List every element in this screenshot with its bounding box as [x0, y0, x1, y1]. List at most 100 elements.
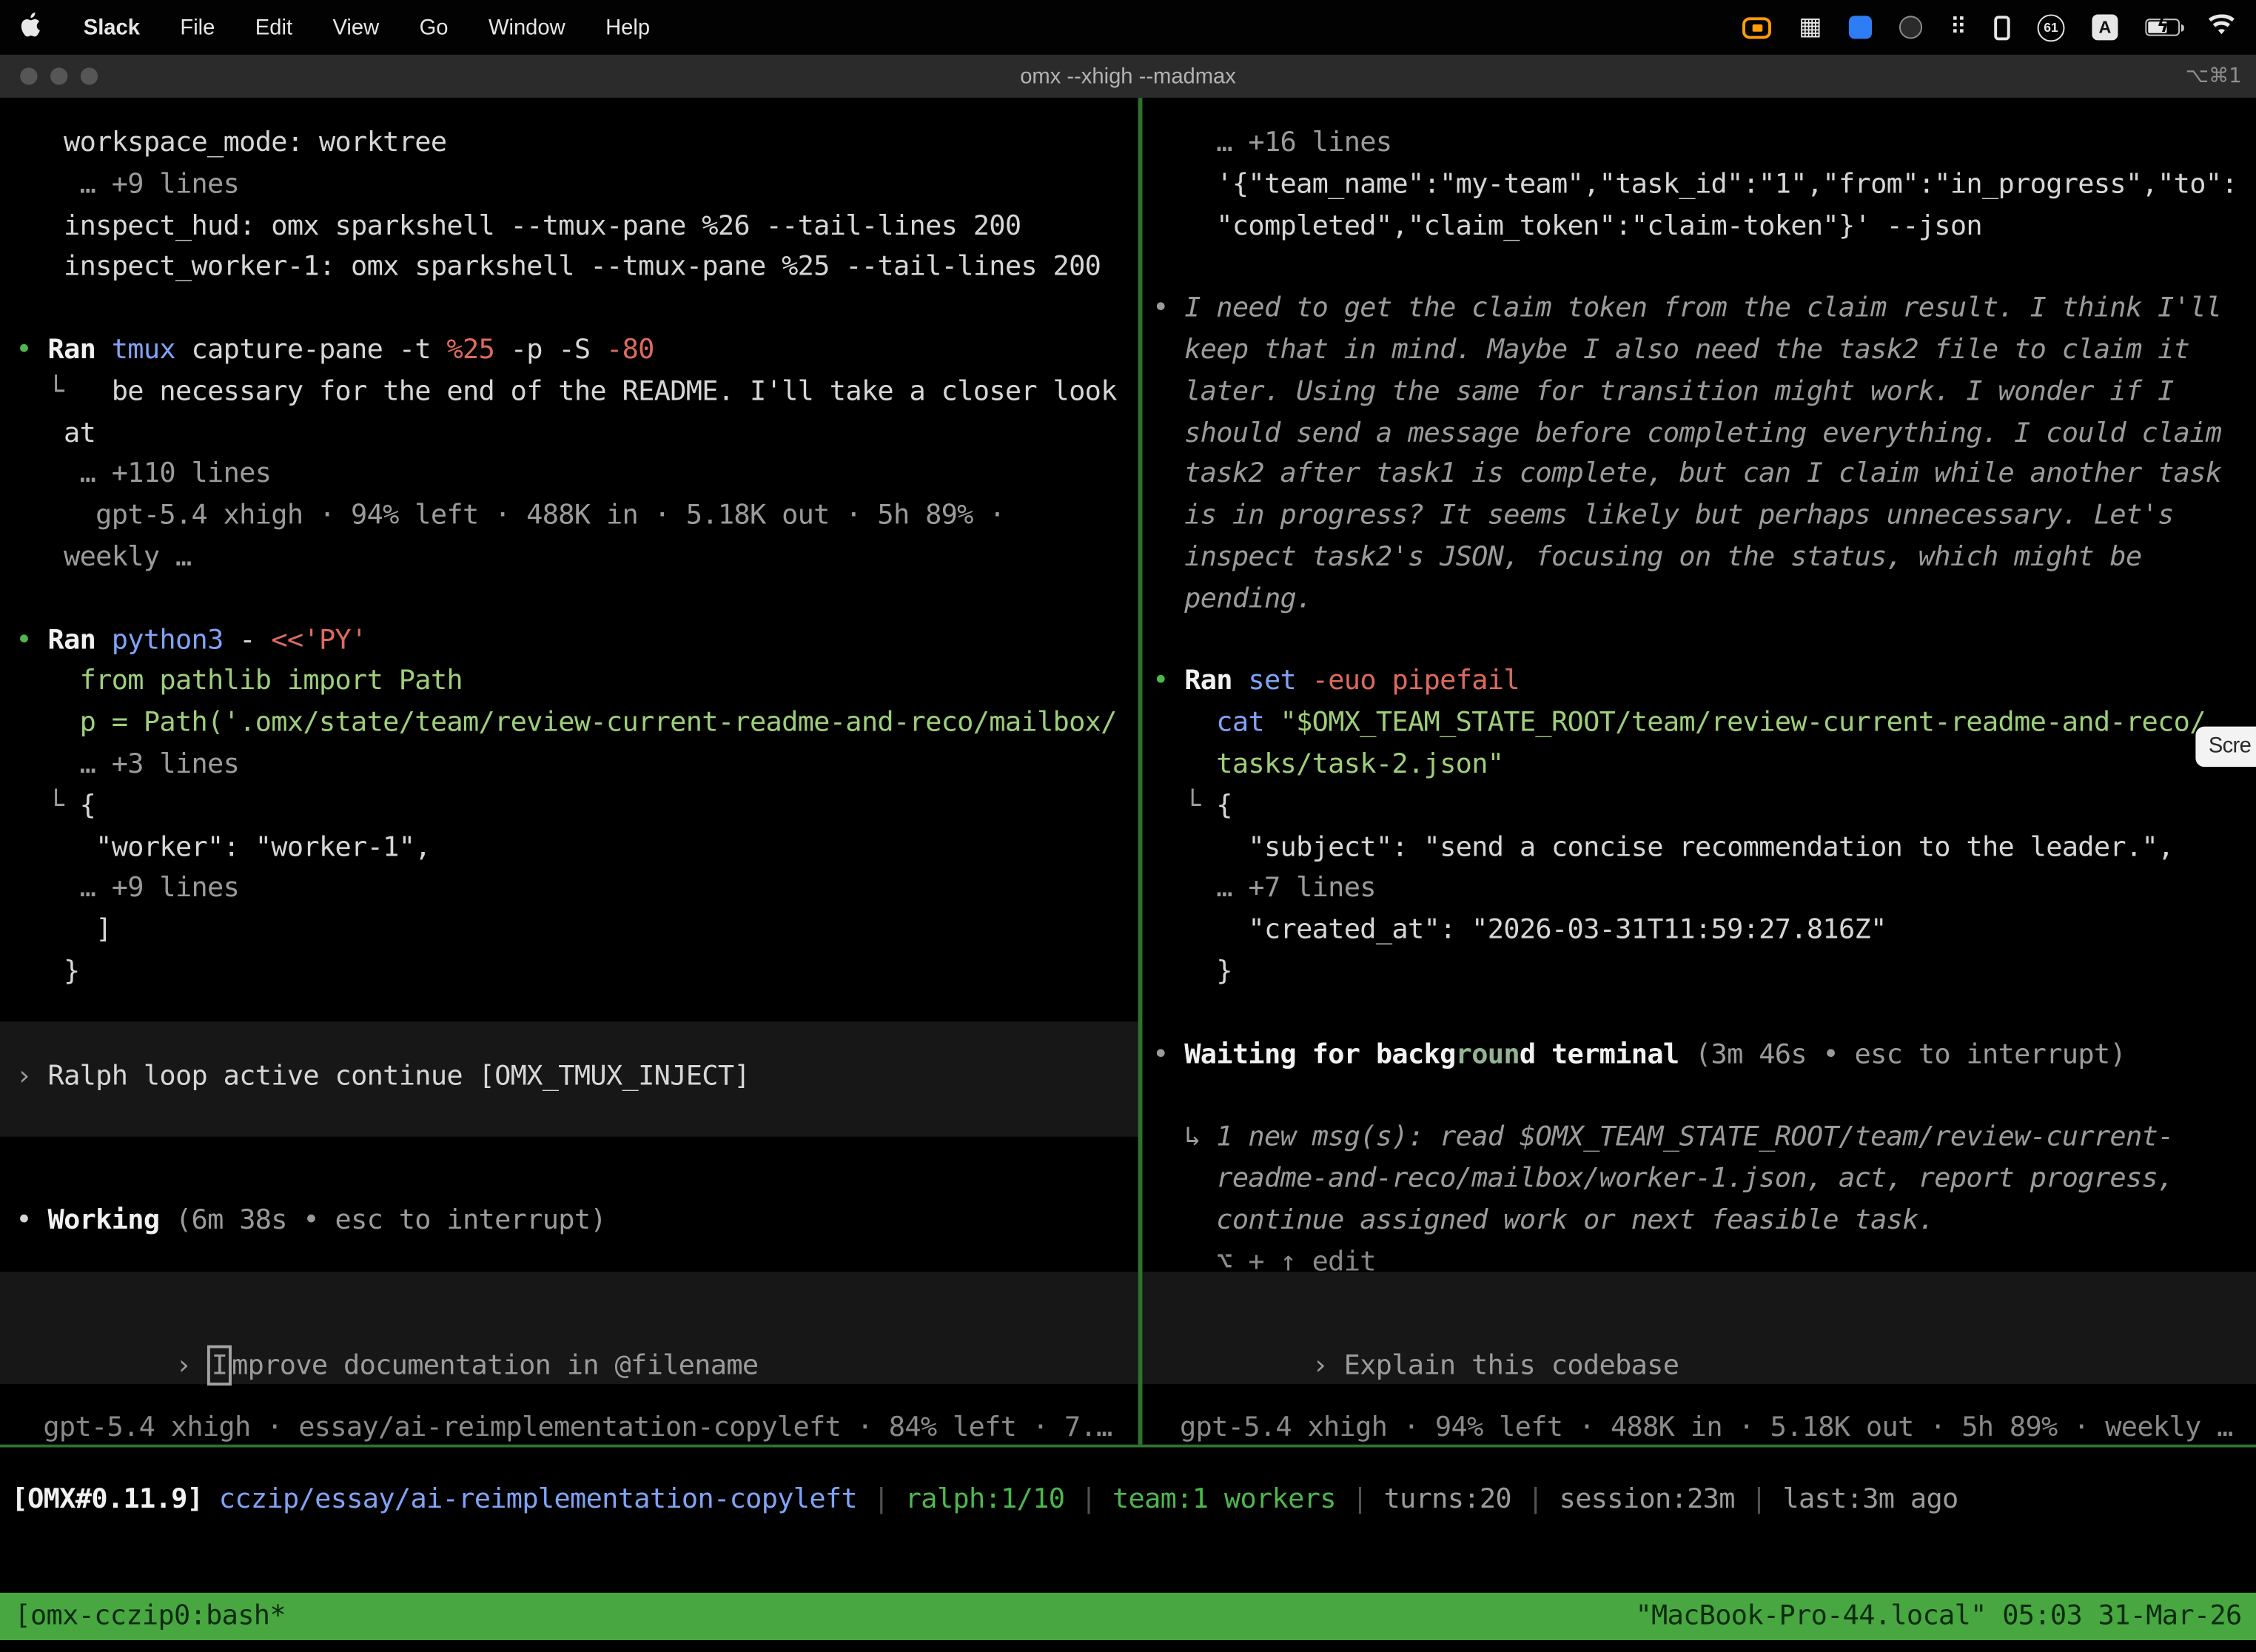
right-pane-footer: gpt-5.4 xhigh · 94% left · 488K in · 5.1… — [1180, 1407, 2233, 1445]
menu-file[interactable]: File — [180, 15, 215, 39]
dots-grid-icon[interactable]: ⠿ — [1950, 16, 1967, 38]
terminal-line: "subject": "send a concise recommendatio… — [1152, 827, 2256, 868]
omx-hud-pane[interactable]: [OMX#0.11.9] cczip/essay/ai-reimplementa… — [0, 1448, 2256, 1593]
left-input-band[interactable]: › Improve documentation in @filename — [0, 1272, 1138, 1384]
menu-bar-left: Slack File Edit View Go Window Help — [20, 11, 650, 44]
tmux-session-label: [omx-cczip0:bash* — [14, 1596, 285, 1637]
terminal-line: later. Using the same for transition mig… — [1152, 371, 2256, 412]
terminal-line — [1152, 1075, 2256, 1117]
terminal-line — [1152, 993, 2256, 1034]
left-input-placeholder: mprove documentation in @filename — [232, 1349, 758, 1381]
close-button[interactable] — [20, 67, 37, 84]
terminal-line: └ { — [1152, 785, 2256, 827]
terminal-line: … +3 lines — [16, 744, 1138, 785]
zoom-button[interactable] — [81, 67, 98, 84]
apple-menu-icon[interactable] — [20, 11, 43, 44]
terminal-line: gpt-5.4 xhigh · 94% left · 488K in · 5.1… — [16, 495, 1138, 537]
menu-bar-status: ▦ ⠿ 61 A ϟ — [1742, 13, 2235, 41]
terminal-line: readme-and-reco/mailbox/worker-1.json, a… — [1152, 1158, 2256, 1200]
terminal-line: weekly … — [16, 537, 1138, 578]
menu-edit[interactable]: Edit — [255, 15, 292, 39]
menu-go[interactable]: Go — [420, 15, 449, 39]
terminal-line — [16, 288, 1138, 329]
phone-mirroring-icon[interactable] — [1994, 15, 2010, 39]
terminal-line: └ { — [16, 785, 1138, 827]
terminal-line: inspect_hud: omx sparkshell --tmux-pane … — [16, 205, 1138, 246]
left-pane-footer: gpt-5.4 xhigh · essay/ai-reimplementatio… — [43, 1407, 1112, 1445]
minimize-button[interactable] — [50, 67, 67, 84]
terminal-line: … +9 lines — [16, 164, 1138, 205]
window-titlebar[interactable]: omx --xhigh --madmax ⌥⌘1 — [0, 55, 2256, 99]
terminal-line: • Ran python3 - <<'PY' — [16, 620, 1138, 661]
terminal-window: omx --xhigh --madmax ⌥⌘1 workspace_mode:… — [0, 55, 2256, 1652]
terminal-line: • I need to get the claim token from the… — [1152, 288, 2256, 329]
prompt-chevron: › — [1312, 1349, 1329, 1381]
pane-right[interactable]: … +16 lines '{"team_name":"my-team","tas… — [1142, 98, 2256, 1444]
terminal-line: › Ralph loop active continue [OMX_TMUX_I… — [16, 1056, 1138, 1098]
terminal-line: cat "$OMX_TEAM_STATE_ROOT/team/review-cu… — [1152, 702, 2256, 744]
window-title: omx --xhigh --madmax — [1020, 64, 1236, 89]
terminal-line — [1152, 620, 2256, 661]
right-input-band[interactable]: › Explain this codebase — [1142, 1272, 2256, 1384]
terminal-line: should send a message before completing … — [1152, 412, 2256, 454]
terminal-line: └ be necessary for the end of the README… — [16, 371, 1138, 412]
terminal-line: … +7 lines — [1152, 868, 2256, 910]
terminal-line: p = Path('.omx/state/team/review-current… — [16, 702, 1138, 744]
dark-app-icon[interactable] — [1899, 16, 1922, 38]
menu-help[interactable]: Help — [605, 15, 650, 39]
terminal-line: inspect_worker-1: omx sparkshell --tmux-… — [16, 246, 1138, 288]
terminal-line: … +110 lines — [16, 454, 1138, 495]
right-input-placeholder: Explain this codebase — [1344, 1349, 1679, 1381]
right-scrollback: … +16 lines '{"team_name":"my-team","tas… — [1142, 98, 2256, 1282]
terminal-line: workspace_mode: worktree — [16, 122, 1138, 164]
input-source-icon[interactable]: A — [2092, 14, 2118, 40]
blue-app-icon[interactable] — [1849, 16, 1872, 38]
terminal-line — [1152, 246, 2256, 288]
terminal-line: "created_at": "2026-03-31T11:59:27.816Z" — [1152, 910, 2256, 951]
terminal-line — [16, 578, 1138, 620]
terminal-line: continue assigned work or next feasible … — [1152, 1200, 2256, 1241]
left-scrollback: workspace_mode: worktree … +9 lines insp… — [0, 98, 1138, 993]
terminal-line: tasks/task-2.json" — [1152, 744, 2256, 785]
terminal-line: ] — [16, 910, 1138, 951]
terminal-line: • Working (6m 38s • esc to interrupt) — [16, 1200, 1138, 1241]
ralph-notice-band: › Ralph loop active continue [OMX_TMUX_I… — [0, 1021, 1138, 1137]
terminal-line: … +16 lines — [1152, 122, 2256, 164]
ralph-notice-line: › Ralph loop active continue [OMX_TMUX_I… — [16, 1056, 1138, 1098]
app-menu-slack[interactable]: Slack — [84, 15, 140, 39]
working-status-line: • Working (6m 38s • esc to interrupt) — [16, 1200, 1138, 1241]
terminal-line: from pathlib import Path — [16, 661, 1138, 702]
terminal-line: ↳ 1 new msg(s): read $OMX_TEAM_STATE_ROO… — [1152, 1117, 2256, 1158]
screen-recording-indicator-icon[interactable] — [1742, 16, 1771, 38]
terminal-line: "worker": "worker-1", — [16, 827, 1138, 868]
terminal-line: } — [1152, 951, 2256, 993]
terminal-line: task2 after task1 is complete, but can I… — [1152, 454, 2256, 495]
terminal-line: keep that in mind. Maybe I also need the… — [1152, 329, 2256, 371]
terminal-line: is in progress? It seems likely but perh… — [1152, 495, 2256, 537]
screen-share-popover[interactable]: Scre — [2195, 727, 2256, 767]
terminal-line: … +9 lines — [16, 868, 1138, 910]
terminal-area: workspace_mode: worktree … +9 lines insp… — [0, 98, 2256, 1651]
terminal-line: • Ran tmux capture-pane -t %25 -p -S -80 — [16, 329, 1138, 371]
battery-icon[interactable]: ϟ — [2145, 19, 2180, 36]
text-cursor: I — [207, 1345, 232, 1385]
charging-bolt-icon: ϟ — [2157, 17, 2169, 36]
traffic-lights — [20, 55, 98, 98]
hud-status-line: [OMX#0.11.9] cczip/essay/ai-reimplementa… — [0, 1448, 2256, 1521]
terminal-line: } — [16, 951, 1138, 993]
tmux-host-clock: "MacBook-Pro-44.local" 05:03 31-Mar-26 — [1635, 1596, 2241, 1637]
screen: Slack File Edit View Go Window Help ▦ ⠿ … — [0, 0, 2256, 1652]
menu-window[interactable]: Window — [489, 15, 565, 39]
grid-app-icon[interactable]: ▦ — [1799, 15, 1822, 39]
pane-left[interactable]: workspace_mode: worktree … +9 lines insp… — [0, 98, 1138, 1444]
tmux-status-bar: [omx-cczip0:bash* "MacBook-Pro-44.local"… — [0, 1593, 2256, 1640]
percent-badge-icon[interactable]: 61 — [2038, 13, 2065, 41]
terminal-line: • Ran set -euo pipefail — [1152, 661, 2256, 702]
terminal-line: [OMX#0.11.9] cczip/essay/ai-reimplementa… — [12, 1479, 2256, 1520]
terminal-line: '{"team_name":"my-team","task_id":"1","f… — [1152, 164, 2256, 205]
prompt-chevron: › — [175, 1349, 192, 1381]
percent-badge-value: 61 — [2044, 20, 2058, 34]
input-source-letter: A — [2098, 17, 2111, 37]
menu-view[interactable]: View — [332, 15, 379, 39]
wifi-icon[interactable] — [2207, 13, 2236, 41]
